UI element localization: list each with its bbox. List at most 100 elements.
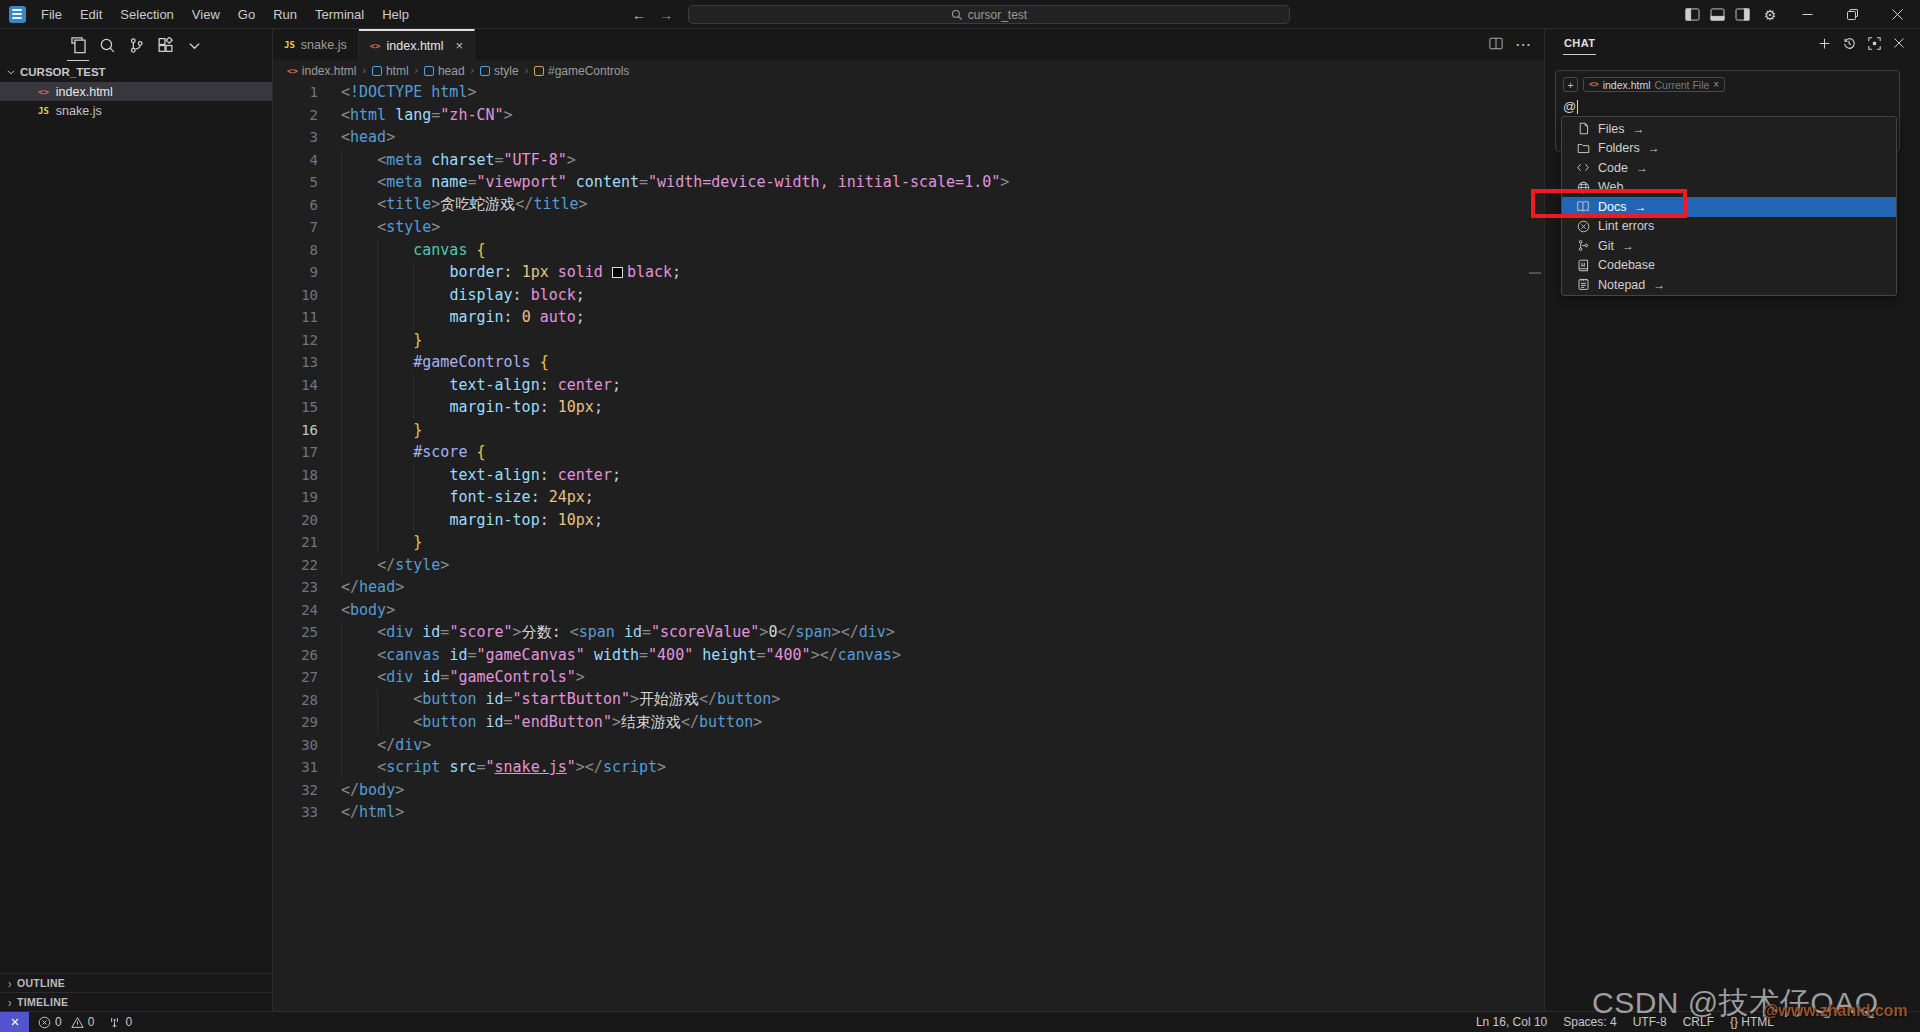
scrollbar-marker[interactable] [1529, 272, 1541, 274]
outline-section[interactable]: ›OUTLINE [0, 973, 272, 992]
ports-indicator[interactable]: 0 [108, 1015, 132, 1029]
menu-item-git[interactable]: Git→ [1562, 236, 1896, 256]
tab-chat[interactable]: CHAT [1563, 31, 1596, 55]
close-window-button[interactable] [1875, 0, 1920, 29]
tab-snake.js[interactable]: JSsnake.js [273, 29, 359, 60]
explorer-root[interactable]: CURSOR_TEST [0, 62, 272, 82]
menu-file[interactable]: File [32, 0, 71, 29]
history-icon[interactable] [1841, 35, 1857, 51]
line-content: <body> [318, 601, 395, 619]
line-number: 10 [273, 287, 318, 303]
line-number: 17 [273, 444, 318, 460]
timeline-section[interactable]: ›TIMELINE [0, 992, 272, 1011]
more-actions-icon[interactable]: ⋯ [1515, 35, 1531, 54]
code-line: 8 canvas { [273, 239, 1544, 262]
breadcrumb-separator: › [414, 65, 419, 76]
line-number: 26 [273, 647, 318, 663]
close-tab-icon[interactable]: × [456, 38, 464, 53]
restore-button[interactable] [1830, 0, 1875, 29]
line-number: 7 [273, 219, 318, 235]
close-panel-icon[interactable] [1891, 35, 1907, 51]
add-context-button[interactable]: + [1563, 77, 1578, 92]
tree-item-index.html[interactable]: <>index.html [0, 82, 272, 101]
back-button[interactable]: ← [630, 7, 648, 23]
menu-item-files[interactable]: Files→ [1562, 119, 1896, 139]
app-window: FileEditSelectionViewGoRunTerminalHelp ←… [0, 0, 1920, 1032]
menu-run[interactable]: Run [264, 0, 306, 29]
toggle-sidebar-icon[interactable] [1680, 8, 1705, 21]
menu-item-codebase[interactable]: Codebase [1562, 256, 1896, 276]
line-content: </div> [318, 736, 431, 754]
code-area[interactable]: 1<!DOCTYPE html>2<html lang="zh-CN">3<he… [273, 81, 1544, 1011]
forward-button[interactable]: → [657, 7, 675, 23]
breadcrumb-item-style[interactable]: style [480, 64, 519, 78]
arrow-right-icon: → [1653, 278, 1665, 292]
tab-label: index.html [387, 39, 444, 53]
menu-selection[interactable]: Selection [111, 0, 182, 29]
code-line: 25 <div id="score">分数: <span id="scoreVa… [273, 621, 1544, 644]
code-line: 22 </style> [273, 554, 1544, 577]
menu-item-notepad[interactable]: Notepad→ [1562, 275, 1896, 295]
line-number: 16 [273, 422, 318, 438]
extensions-icon[interactable] [154, 33, 176, 59]
file-tree: <>index.htmlJSsnake.js [0, 82, 272, 120]
code-line: 26 <canvas id="gameCanvas" width="400" h… [273, 644, 1544, 667]
indent-guide [377, 374, 378, 397]
circle-x-icon [1576, 219, 1590, 233]
indent-guide [341, 531, 342, 554]
remove-chip-icon[interactable]: × [1713, 79, 1719, 90]
menu-item-lint-errors[interactable]: Lint errors [1562, 217, 1896, 237]
split-editor-icon[interactable] [1489, 36, 1503, 54]
menu-item-code[interactable]: Code→ [1562, 158, 1896, 178]
code-line: 3<head> [273, 126, 1544, 149]
titlebar-actions: ⚙ [1680, 0, 1920, 29]
breadcrumb-item-head[interactable]: head [424, 64, 465, 78]
status-cursor-position[interactable]: Ln 16, Col 10 [1476, 1015, 1547, 1029]
indent-guide [341, 486, 342, 509]
menu-help[interactable]: Help [373, 0, 418, 29]
line-content: <style> [318, 218, 440, 236]
expand-icon[interactable] [1866, 35, 1882, 51]
toggle-secondary-sidebar-icon[interactable] [1730, 8, 1755, 21]
line-content: <meta name="viewport" content="width=dev… [318, 173, 1009, 191]
tree-item-snake.js[interactable]: JSsnake.js [0, 101, 272, 120]
indent-guide [341, 621, 342, 644]
indent-guide [413, 284, 414, 307]
menu-go[interactable]: Go [229, 0, 264, 29]
source-control-icon[interactable] [125, 33, 147, 59]
explorer-icon[interactable] [67, 33, 89, 59]
line-content: <title>贪吃蛇游戏</title> [318, 195, 588, 214]
indent-guide [413, 306, 414, 329]
breadcrumb-item-index.html[interactable]: <>index.html [287, 64, 357, 78]
explorer-root-label: CURSOR_TEST [20, 66, 106, 78]
breadcrumb-item-html[interactable]: html [372, 64, 409, 78]
radio-tower-icon [108, 1016, 121, 1029]
new-chat-icon[interactable] [1816, 35, 1832, 51]
line-number: 3 [273, 129, 318, 145]
indent-guide [413, 396, 414, 419]
search-icon[interactable] [96, 33, 118, 59]
menu-item-label: Codebase [1598, 258, 1655, 272]
more-icon[interactable] [183, 33, 205, 59]
app-logo-icon[interactable] [9, 6, 26, 23]
line-content: font-size: 24px; [318, 488, 594, 506]
line-content: </html> [318, 803, 404, 821]
indent-guide [341, 239, 342, 262]
search-input[interactable]: cursor_test [688, 5, 1290, 24]
indent-guide [377, 261, 378, 284]
context-chip[interactable]: <> index.html Current File × [1583, 77, 1725, 92]
settings-gear-icon[interactable]: ⚙ [1755, 7, 1785, 23]
js-file-icon: JS [38, 106, 49, 116]
minimize-button[interactable] [1785, 0, 1830, 29]
breadcrumb-item-#gameControls[interactable]: #gameControls [534, 64, 629, 78]
code-line: 1<!DOCTYPE html> [273, 81, 1544, 104]
menu-item-folders[interactable]: Folders→ [1562, 139, 1896, 159]
problems-indicator[interactable]: 0 0 [38, 1015, 94, 1029]
menu-view[interactable]: View [183, 0, 229, 29]
menu-edit[interactable]: Edit [71, 0, 111, 29]
indent-guide [341, 374, 342, 397]
toggle-panel-icon[interactable] [1705, 8, 1730, 21]
remote-indicator[interactable] [0, 1012, 29, 1032]
tab-index.html[interactable]: <>index.html× [359, 29, 475, 60]
menu-terminal[interactable]: Terminal [306, 0, 373, 29]
